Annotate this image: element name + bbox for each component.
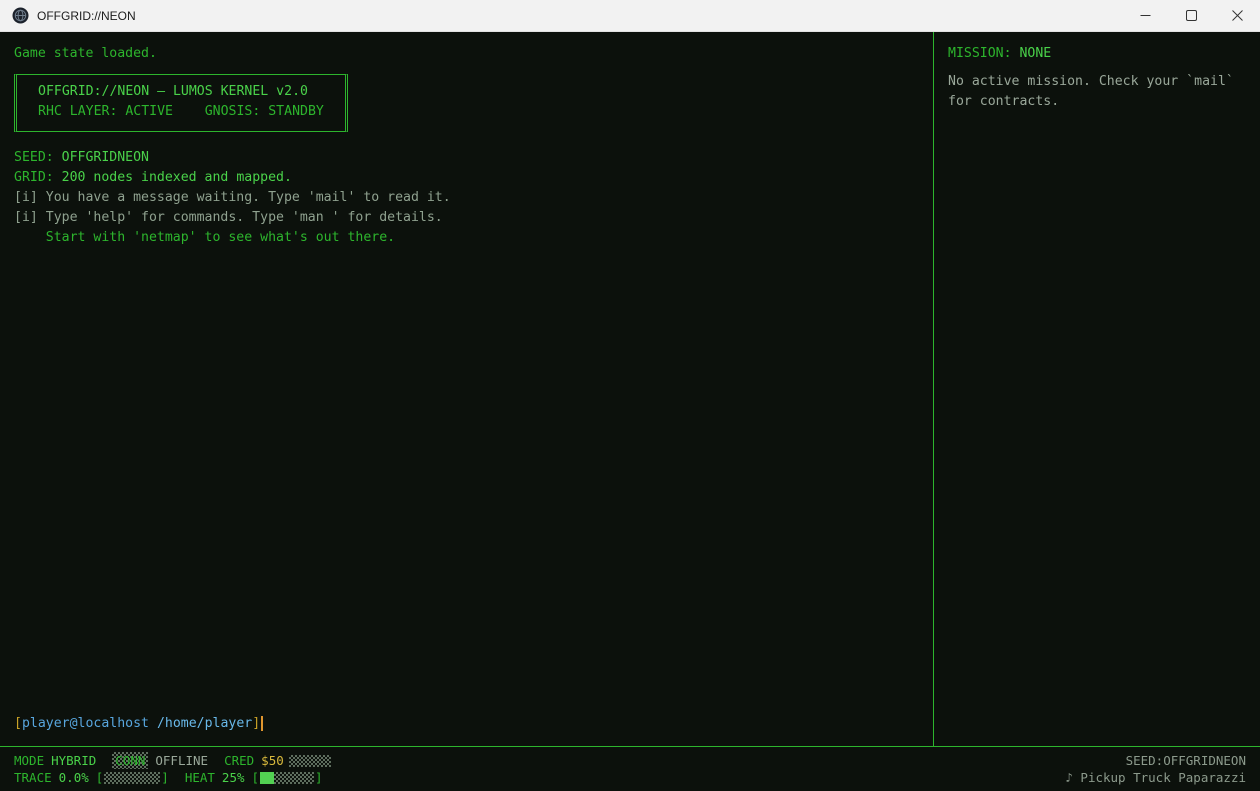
status-row-1: MODE HYBRID CONN OFFLINE CRED $50	[14, 752, 331, 769]
grid-value: 200 nodes indexed and mapped.	[53, 170, 292, 185]
heat-bar-empty	[274, 771, 315, 784]
window-controls	[1122, 0, 1260, 31]
cred-value: $50	[261, 753, 284, 768]
kernel-banner-box: OFFGRID://NEON — LUMOS KERNEL v2.0 RHC L…	[14, 74, 348, 132]
heat-bar-fill	[260, 771, 275, 784]
heat-label: HEAT	[184, 770, 215, 785]
trace-bar-open: [	[95, 770, 104, 785]
app-logo-icon	[12, 7, 29, 24]
prompt-user-host: player@localhost	[21, 716, 149, 731]
mode-value: HYBRID	[51, 753, 97, 768]
prompt-path: /home/player	[149, 716, 253, 731]
terminal-pane[interactable]: Game state loaded. OFFGRID://NEON — LUMO…	[0, 32, 934, 746]
main-content: Game state loaded. OFFGRID://NEON — LUMO…	[0, 32, 1260, 746]
status-row-2: TRACE 0.0% [] HEAT 25% []	[14, 769, 331, 786]
heat-value: 25%	[221, 770, 245, 785]
command-prompt[interactable]: [player@localhost /home/player]	[14, 714, 919, 734]
banner-title-line: OFFGRID://NEON — LUMOS KERNEL v2.0	[38, 84, 308, 99]
mission-body-line2: for contracts.	[948, 94, 1060, 109]
app-window: OFFGRID://NEON Game state loaded. OFFGRI…	[0, 0, 1260, 791]
text-cursor	[261, 716, 264, 731]
info-line-help: [i] Type 'help' for commands. Type 'man …	[14, 210, 443, 225]
prompt-bracket-open: [	[14, 716, 22, 731]
minimize-button[interactable]	[1122, 0, 1168, 31]
titlebar[interactable]: OFFGRID://NEON	[0, 0, 1260, 32]
heat-bar-open: [	[251, 770, 260, 785]
statusbar: MODE HYBRID CONN OFFLINE CRED $50 TRACE 0.0% []…	[0, 746, 1260, 791]
seed-line: SEED: OFFGRIDNEON	[14, 148, 919, 168]
mission-header: MISSION: NONE	[948, 44, 1246, 64]
seed-value: OFFGRIDNEON	[53, 150, 149, 165]
statusbar-left: MODE HYBRID CONN OFFLINE CRED $50 TRACE 0.0% []…	[14, 752, 331, 787]
seed-status: SEED:OFFGRIDNEON	[1125, 753, 1246, 768]
mission-value: NONE	[1011, 46, 1052, 61]
mission-label: MISSION:	[948, 46, 1012, 61]
banner-status-line: RHC LAYER: ACTIVE GNOSIS: STANDBY	[38, 104, 324, 119]
grid-label: GRID:	[14, 170, 54, 185]
cred-bar	[288, 754, 331, 767]
grid-line: GRID: 200 nodes indexed and mapped.	[14, 168, 919, 188]
maximize-button[interactable]	[1168, 0, 1214, 31]
trace-bar	[104, 771, 161, 784]
game-state-line: Game state loaded.	[14, 46, 157, 61]
seed-label: SEED:	[14, 150, 54, 165]
prompt-bracket-close: ]	[252, 716, 261, 731]
close-button[interactable]	[1214, 0, 1260, 31]
hint-line: Start with 'netmap' to see what's out th…	[14, 230, 396, 245]
trace-bar-close: ]	[161, 770, 169, 785]
mission-panel: MISSION: NONE No active mission. Check y…	[934, 32, 1260, 746]
trace-label: TRACE	[14, 770, 52, 785]
info-line-mail: [i] You have a message waiting. Type 'ma…	[14, 190, 451, 205]
conn-value: OFFLINE	[155, 753, 209, 768]
now-playing: ♪ Pickup Truck Paparazzi	[1065, 770, 1246, 785]
mode-label: MODE	[14, 753, 45, 768]
statusbar-right: SEED:OFFGRIDNEON ♪ Pickup Truck Paparazz…	[1065, 752, 1246, 787]
mission-body-line1: No active mission. Check your `mail`	[948, 74, 1234, 89]
heat-bar-close: ]	[315, 770, 323, 785]
cred-label: CRED	[224, 753, 255, 768]
window-title: OFFGRID://NEON	[37, 8, 136, 23]
conn-label: CONN	[112, 752, 149, 769]
mission-body: No active mission. Check your `mail` for…	[948, 72, 1246, 112]
trace-value: 0.0%	[58, 770, 89, 785]
terminal-spacer	[14, 248, 919, 714]
